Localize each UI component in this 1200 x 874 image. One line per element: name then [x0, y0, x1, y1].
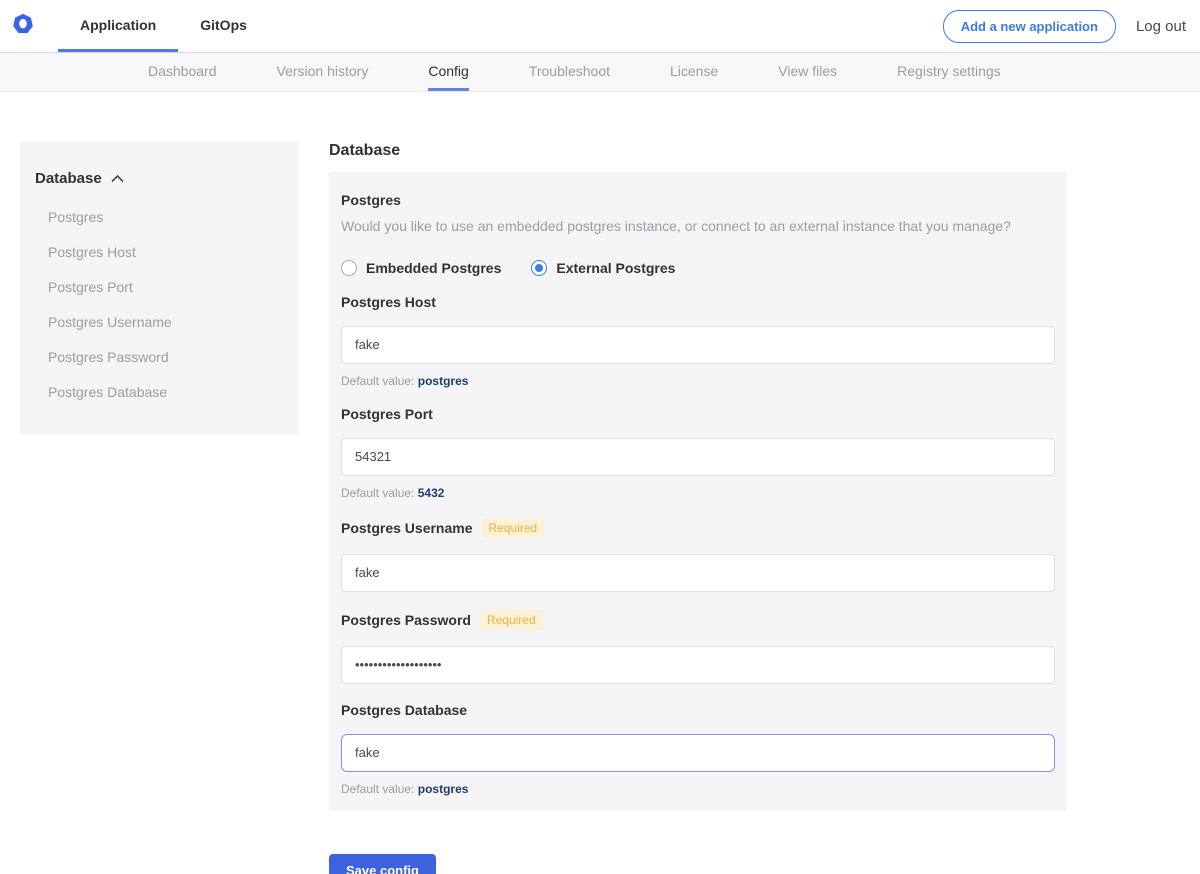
- field-label: Postgres Database: [341, 702, 1055, 718]
- postgres-port-input[interactable]: [341, 438, 1055, 476]
- sidebar-items: Postgres Postgres Host Postgres Port Pos…: [20, 200, 299, 410]
- default-value: postgres: [418, 782, 469, 796]
- save-config-button[interactable]: Save config: [329, 854, 436, 874]
- radio-external-postgres[interactable]: External Postgres: [531, 260, 675, 276]
- database-config-panel: Postgres Would you like to use an embedd…: [329, 171, 1067, 811]
- tab-application[interactable]: Application: [58, 0, 178, 52]
- default-label: Default value:: [341, 374, 414, 388]
- page-title: Database: [329, 142, 1067, 160]
- postgres-host-input[interactable]: [341, 326, 1055, 364]
- section-title: Postgres: [341, 192, 1055, 208]
- field-postgres-username: Postgres Username Required: [341, 518, 1055, 592]
- sidebar-item-postgres-port[interactable]: Postgres Port: [48, 270, 299, 305]
- default-value: 5432: [418, 486, 445, 500]
- field-postgres-database: Postgres Database Default value: postgre…: [341, 702, 1055, 796]
- section-description: Would you like to use an embedded postgr…: [341, 217, 1055, 237]
- subnav-item-registry-settings[interactable]: Registry settings: [897, 53, 1000, 91]
- radio-circle-icon: [341, 260, 357, 276]
- add-application-button[interactable]: Add a new application: [943, 10, 1116, 43]
- config-sidebar: Database Postgres Postgres Host Postgres…: [20, 142, 299, 434]
- field-label: Postgres Password Required: [341, 610, 1055, 630]
- postgres-username-input[interactable]: [341, 554, 1055, 592]
- postgres-password-input[interactable]: [341, 646, 1055, 684]
- radio-embedded-postgres[interactable]: Embedded Postgres: [341, 260, 501, 276]
- field-label-text: Postgres Database: [341, 702, 467, 718]
- field-postgres-password: Postgres Password Required: [341, 610, 1055, 684]
- subnav-item-version-history[interactable]: Version history: [277, 53, 369, 91]
- default-label: Default value:: [341, 486, 414, 500]
- default-value-hint: Default value: postgres: [341, 782, 1055, 796]
- kots-logo-icon: [12, 13, 34, 40]
- radio-circle-icon: [531, 260, 547, 276]
- radio-external-label: External Postgres: [556, 260, 675, 276]
- field-label-text: Postgres Password: [341, 612, 471, 628]
- field-label: Postgres Username Required: [341, 518, 1055, 538]
- sidebar-group-label: Database: [35, 170, 102, 187]
- field-postgres-port: Postgres Port Default value: 5432: [341, 406, 1055, 500]
- sidebar-item-postgres[interactable]: Postgres: [48, 200, 299, 235]
- subnav-item-troubleshoot[interactable]: Troubleshoot: [529, 53, 610, 91]
- tab-gitops[interactable]: GitOps: [178, 0, 269, 52]
- default-label: Default value:: [341, 782, 414, 796]
- sidebar-item-postgres-password[interactable]: Postgres Password: [48, 340, 299, 375]
- sidebar-item-postgres-username[interactable]: Postgres Username: [48, 305, 299, 340]
- field-label: Postgres Host: [341, 294, 1055, 310]
- app-subnav: Dashboard Version history Config Trouble…: [0, 52, 1200, 92]
- radio-embedded-label: Embedded Postgres: [366, 260, 501, 276]
- topbar-left: Application GitOps: [0, 0, 269, 52]
- subnav-item-view-files[interactable]: View files: [778, 53, 837, 91]
- field-label-text: Postgres Port: [341, 406, 433, 422]
- tab-gitops-label: GitOps: [200, 17, 247, 33]
- chevron-up-icon: [111, 170, 124, 187]
- config-main: Database Postgres Would you like to use …: [329, 142, 1067, 874]
- postgres-database-input[interactable]: [341, 734, 1055, 772]
- topbar-right: Add a new application Log out: [943, 0, 1200, 52]
- field-postgres-host: Postgres Host Default value: postgres: [341, 294, 1055, 388]
- logout-link[interactable]: Log out: [1136, 18, 1186, 35]
- required-badge: Required: [482, 518, 545, 538]
- subnav-item-dashboard[interactable]: Dashboard: [148, 53, 217, 91]
- sidebar-item-postgres-database[interactable]: Postgres Database: [48, 375, 299, 410]
- subnav-item-config[interactable]: Config: [428, 53, 468, 91]
- subnav-item-license[interactable]: License: [670, 53, 718, 91]
- required-badge: Required: [480, 610, 543, 630]
- topbar: Application GitOps Add a new application…: [0, 0, 1200, 52]
- field-label-text: Postgres Username: [341, 520, 473, 536]
- app-logo[interactable]: [12, 0, 34, 52]
- field-label-text: Postgres Host: [341, 294, 436, 310]
- postgres-mode-radio-group: Embedded Postgres External Postgres: [341, 260, 1055, 276]
- default-value-hint: Default value: postgres: [341, 374, 1055, 388]
- config-content: Database Postgres Postgres Host Postgres…: [0, 92, 1200, 874]
- default-value: postgres: [418, 374, 469, 388]
- field-label: Postgres Port: [341, 406, 1055, 422]
- sidebar-group-database[interactable]: Database: [35, 170, 299, 187]
- tab-application-label: Application: [80, 17, 156, 33]
- default-value-hint: Default value: 5432: [341, 486, 1055, 500]
- sidebar-item-postgres-host[interactable]: Postgres Host: [48, 235, 299, 270]
